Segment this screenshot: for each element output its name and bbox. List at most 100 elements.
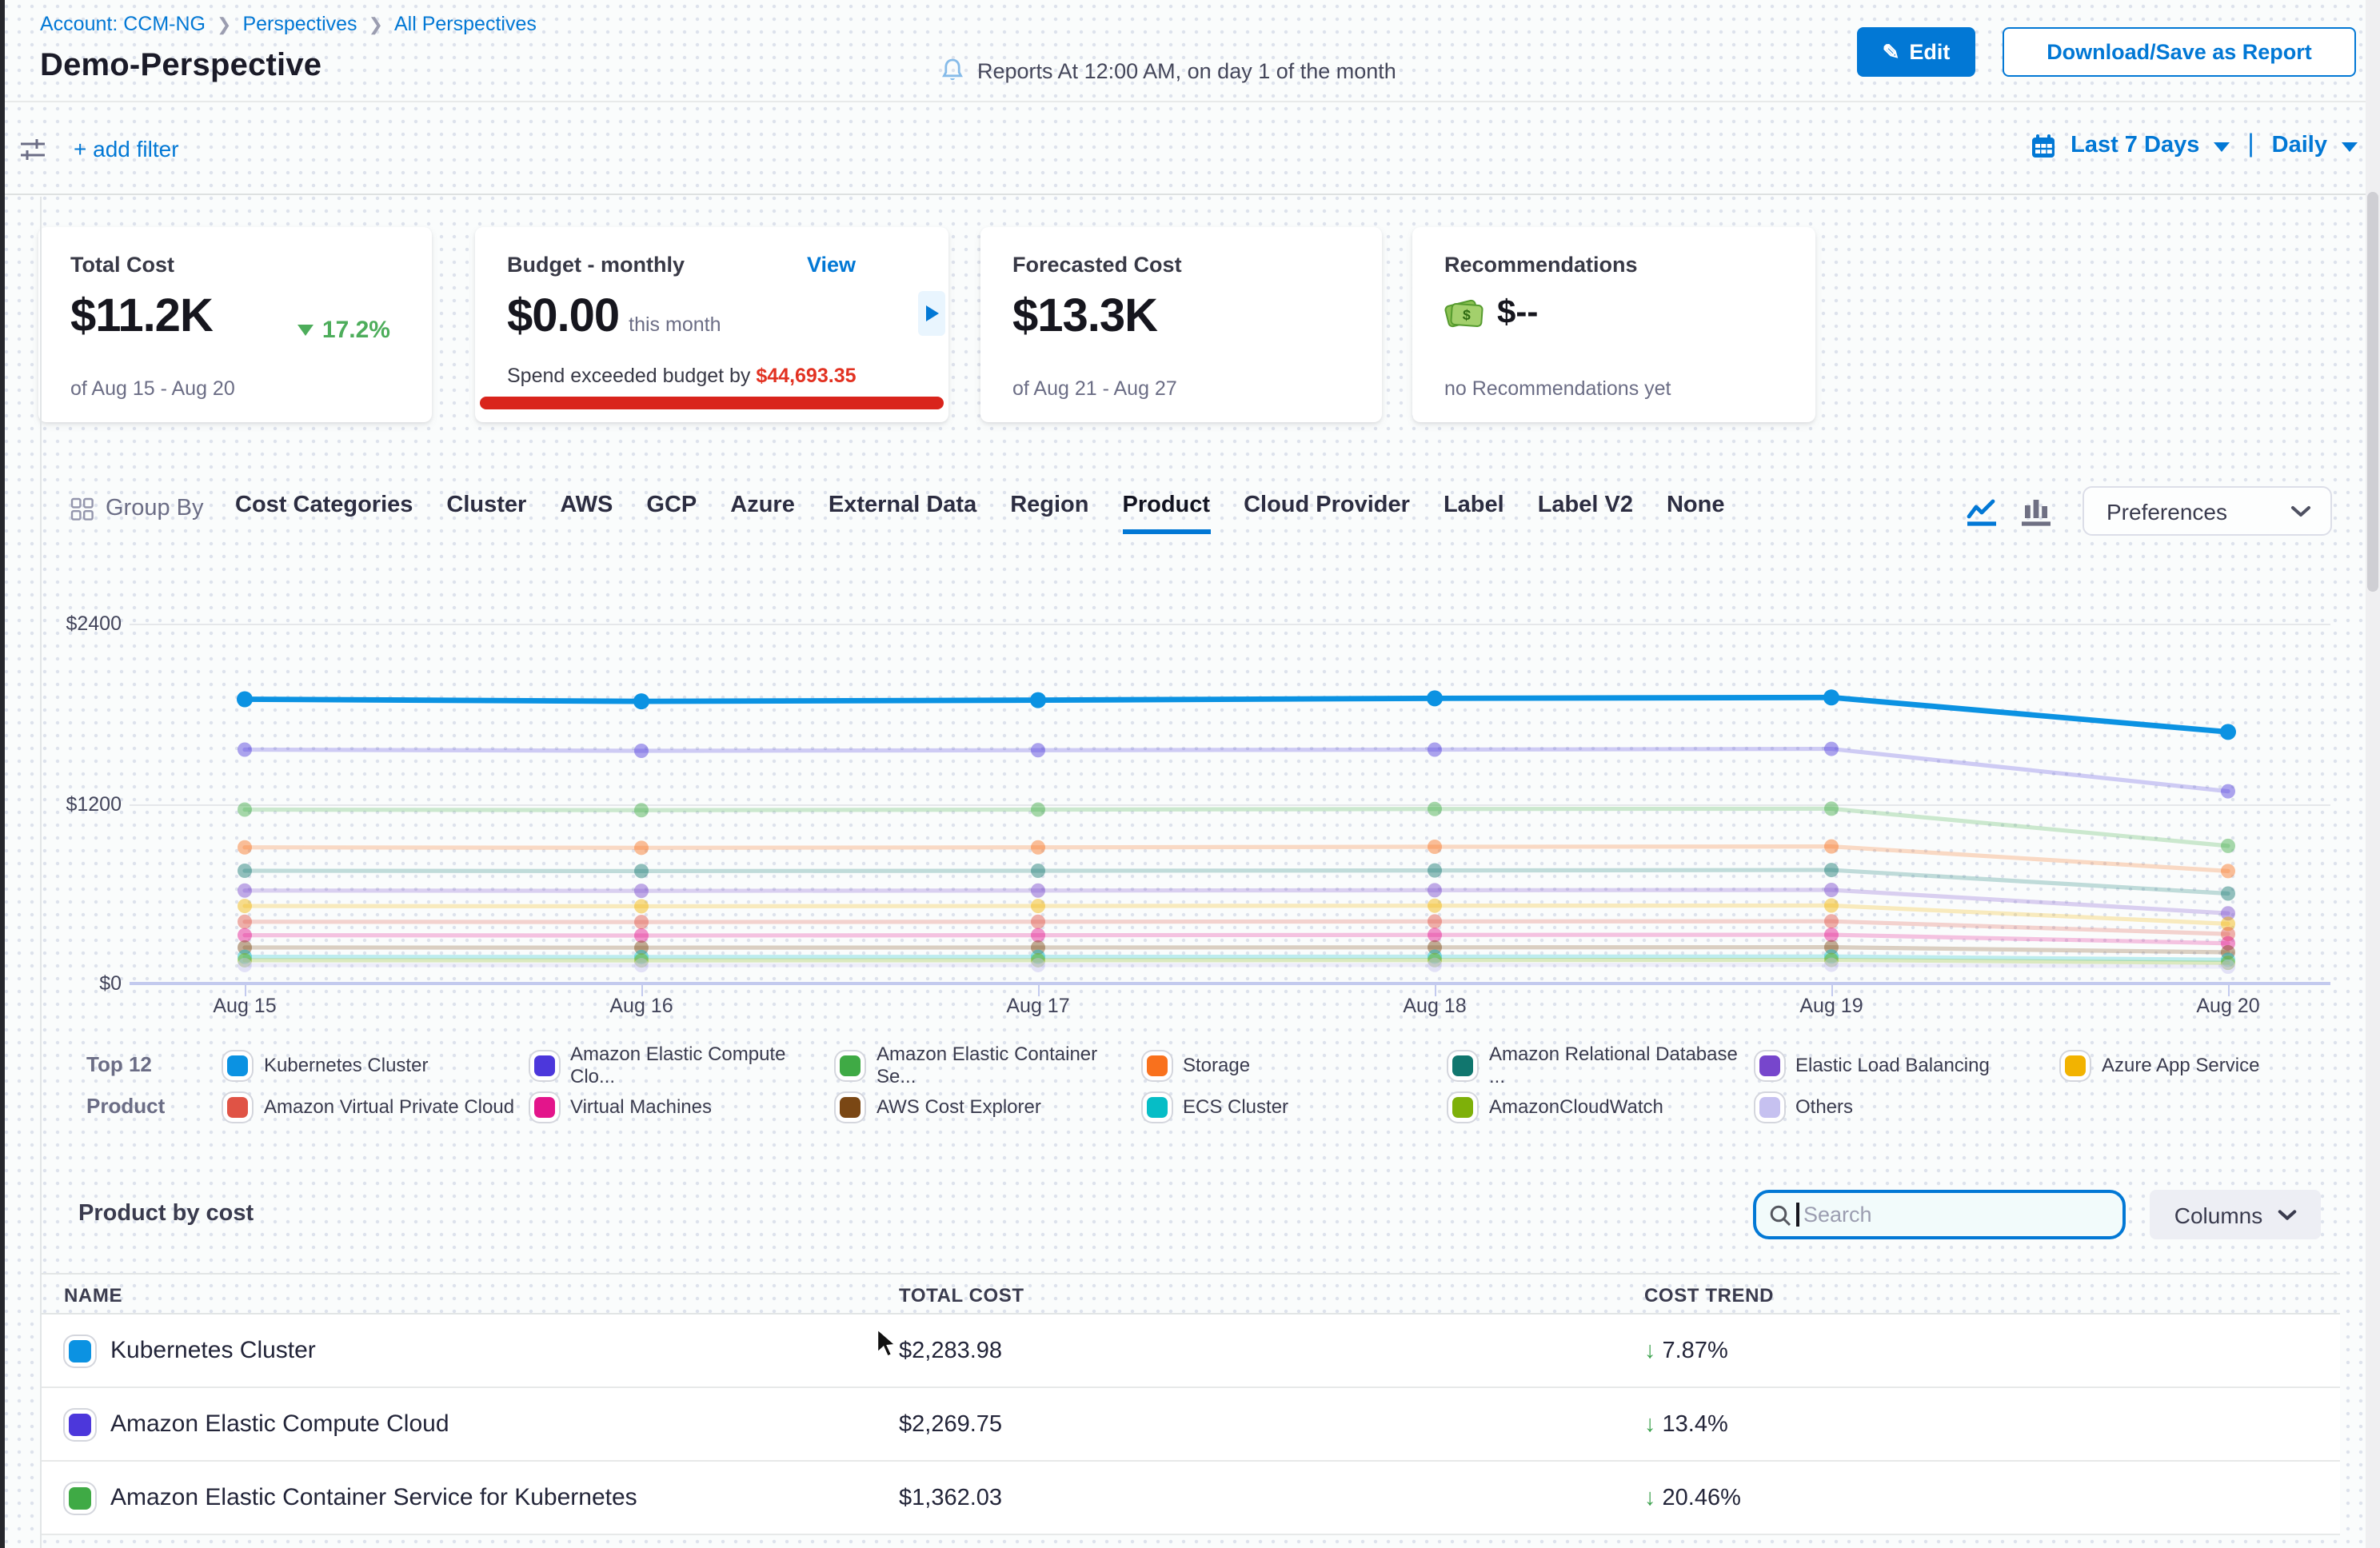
column-header-name[interactable]: NAME	[64, 1284, 122, 1307]
filter-sliders-icon[interactable]	[19, 136, 46, 163]
ccm-perspective-page: Account: CCM-NG ❯ Perspectives ❯ All Per…	[0, 0, 2380, 1548]
edit-button[interactable]: ✎ Edit	[1857, 27, 1975, 77]
row-name: Kubernetes Cluster	[110, 1337, 316, 1364]
reports-note-text: Reports At 12:00 AM, on day 1 of the mon…	[977, 58, 1396, 82]
change-percent: 17.2%	[322, 317, 390, 344]
total-cost-value: $11.2K	[70, 291, 213, 344]
legend-swatch	[840, 1096, 861, 1117]
row-total-cost: $2,269.75	[899, 1412, 1002, 1438]
breadcrumb-perspectives[interactable]: Perspectives	[242, 13, 357, 35]
tab-label-v2[interactable]: Label V2	[1538, 493, 1633, 529]
row-color-swatch	[69, 1340, 91, 1362]
legend-label: Storage	[1183, 1054, 1250, 1076]
series-elastic-load-balancing	[238, 883, 2235, 920]
legend-swatch	[2065, 1055, 2086, 1075]
divider: |	[2247, 131, 2254, 160]
series-kubernetes-cluster	[237, 689, 2236, 740]
tab-none[interactable]: None	[1667, 493, 1725, 529]
table-row-amazon-elastic-container-service-for-kubernetes[interactable]: Amazon Elastic Container Service for Kub…	[40, 1462, 2340, 1535]
legend-label: Kubernetes Cluster	[264, 1054, 428, 1076]
legend-item-elastic-load-balancing[interactable]: Elastic Load Balancing	[1752, 1054, 2059, 1076]
column-header-cost-trend[interactable]: COST TREND	[1644, 1284, 1774, 1307]
legend-item-aws-cost-explorer[interactable]: AWS Cost Explorer	[833, 1095, 1140, 1118]
chevron-down-icon	[2290, 505, 2311, 517]
date-range-selector[interactable]: Last 7 Days	[2071, 133, 2199, 158]
columns-dropdown[interactable]: Columns	[2150, 1190, 2321, 1239]
budget-view-link[interactable]: View	[807, 253, 856, 277]
card-title: Recommendations	[1444, 253, 1638, 277]
search-input[interactable]: Search	[1753, 1190, 2126, 1239]
tab-region[interactable]: Region	[1010, 493, 1088, 529]
legend-label: Amazon Relational Database ...	[1489, 1043, 1752, 1087]
download-save-report-button[interactable]: Download/Save as Report	[2003, 27, 2356, 77]
legend-item-ecs-cluster[interactable]: ECS Cluster	[1140, 1095, 1446, 1118]
mouse-cursor	[875, 1327, 899, 1359]
add-filter-button[interactable]: + add filter	[74, 136, 179, 162]
table-row-kubernetes-cluster[interactable]: Kubernetes Cluster$2,283.98↓7.87%	[40, 1315, 2340, 1388]
forecast-period: of Aug 21 - Aug 27	[1012, 377, 1177, 400]
table-header: NAME TOTAL COST COST TREND	[40, 1273, 2340, 1315]
tab-label[interactable]: Label	[1444, 493, 1504, 529]
tab-cloud-provider[interactable]: Cloud Provider	[1244, 493, 1410, 529]
tab-cost-categories[interactable]: Cost Categories	[235, 493, 413, 529]
legend-item-storage[interactable]: Storage	[1140, 1054, 1446, 1076]
legend-item-azure-app-service[interactable]: Azure App Service	[2059, 1054, 2365, 1076]
trend-percent: 20.46%	[1663, 1486, 1741, 1511]
table-body: Kubernetes Cluster$2,283.98↓7.87%Amazon …	[40, 1315, 2340, 1535]
tab-gcp[interactable]: GCP	[646, 493, 697, 529]
group-by-row: Group By Cost Categories Cluster AWS GCP Azu…	[0, 480, 2380, 550]
tab-cluster[interactable]: Cluster	[446, 493, 526, 529]
scrollbar-track[interactable]	[2366, 0, 2380, 1548]
column-header-total-cost[interactable]: TOTAL COST	[899, 1284, 1024, 1307]
series-amazon-elastic-compute-clo	[238, 742, 2235, 799]
recommendations-card: Recommendations $ $-- no Recommendations…	[1412, 227, 1815, 422]
legend-item-virtual-machines[interactable]: Virtual Machines	[527, 1095, 833, 1118]
tab-product[interactable]: Product	[1123, 493, 1211, 534]
group-by-text: Group By	[106, 496, 204, 521]
tab-azure[interactable]: Azure	[730, 493, 795, 529]
breadcrumb-account[interactable]: Account: CCM-NG	[40, 13, 206, 35]
table-row-amazon-elastic-compute-cloud[interactable]: Amazon Elastic Compute Cloud$2,269.75↓13…	[40, 1388, 2340, 1462]
arrow-down-icon: ↓	[1644, 1339, 1656, 1364]
legend-item-kubernetes-cluster[interactable]: Kubernetes Cluster	[221, 1054, 527, 1076]
granularity-selector[interactable]: Daily	[2272, 133, 2327, 158]
chevron-down-icon	[2342, 142, 2358, 152]
legend-swatch	[1759, 1096, 1779, 1117]
arrow-down-icon: ↓	[1644, 1486, 1656, 1511]
budget-value: $0.00this month	[507, 291, 721, 344]
legend-item-others[interactable]: Others	[1752, 1095, 2059, 1118]
chevron-down-icon	[2277, 1208, 2296, 1221]
recommendations-value: $--	[1497, 294, 1538, 333]
search-placeholder: Search	[1803, 1203, 1872, 1227]
budget-progress-bar	[480, 397, 944, 409]
legend-label: Azure App Service	[2102, 1054, 2259, 1076]
chart-canvas[interactable]	[0, 592, 2380, 1055]
scrollbar-thumb[interactable]	[2367, 192, 2378, 592]
legend-label: Others	[1795, 1095, 1853, 1118]
tab-aws[interactable]: AWS	[560, 493, 613, 529]
tab-external-data[interactable]: External Data	[829, 493, 976, 529]
legend-swatch	[1146, 1096, 1167, 1117]
row-total-cost: $2,283.98	[899, 1339, 1002, 1364]
card-title: Forecasted Cost	[1012, 253, 1182, 277]
filter-bar: + add filter Last 7 Days | Daily	[0, 101, 2380, 195]
row-name: Amazon Elastic Compute Cloud	[110, 1410, 449, 1438]
legend-item-amazon-virtual-private-cloud[interactable]: Amazon Virtual Private Cloud	[221, 1095, 527, 1118]
preferences-dropdown[interactable]: Preferences	[2082, 486, 2332, 536]
line-chart-icon[interactable]	[1966, 496, 1998, 528]
breadcrumb-all-perspectives[interactable]: All Perspectives	[394, 13, 537, 35]
legend-item-amazon-elastic-container-se[interactable]: Amazon Elastic Container Se...	[833, 1043, 1140, 1087]
reports-schedule-note: Reports At 12:00 AM, on day 1 of the mon…	[940, 58, 1396, 83]
bar-chart-icon[interactable]	[2020, 496, 2052, 528]
legend-label: Elastic Load Balancing	[1795, 1054, 1990, 1076]
budget-expand-button[interactable]	[918, 291, 945, 336]
legend-swatch	[533, 1055, 554, 1075]
legend-item-amazon-elastic-compute-clo[interactable]: Amazon Elastic Compute Clo...	[527, 1043, 833, 1087]
bell-icon	[940, 58, 964, 83]
trend-percent: 13.4%	[1663, 1412, 1728, 1438]
legend-item-amazoncloudwatch[interactable]: AmazonCloudWatch	[1446, 1095, 1752, 1118]
budget-amount: $0.00	[507, 291, 619, 342]
legend-item-amazon-relational-database[interactable]: Amazon Relational Database ...	[1446, 1043, 1752, 1087]
legend-label: Virtual Machines	[570, 1095, 712, 1118]
chart-legend: Kubernetes Cluster Amazon Elastic Compute…	[221, 1044, 2365, 1127]
